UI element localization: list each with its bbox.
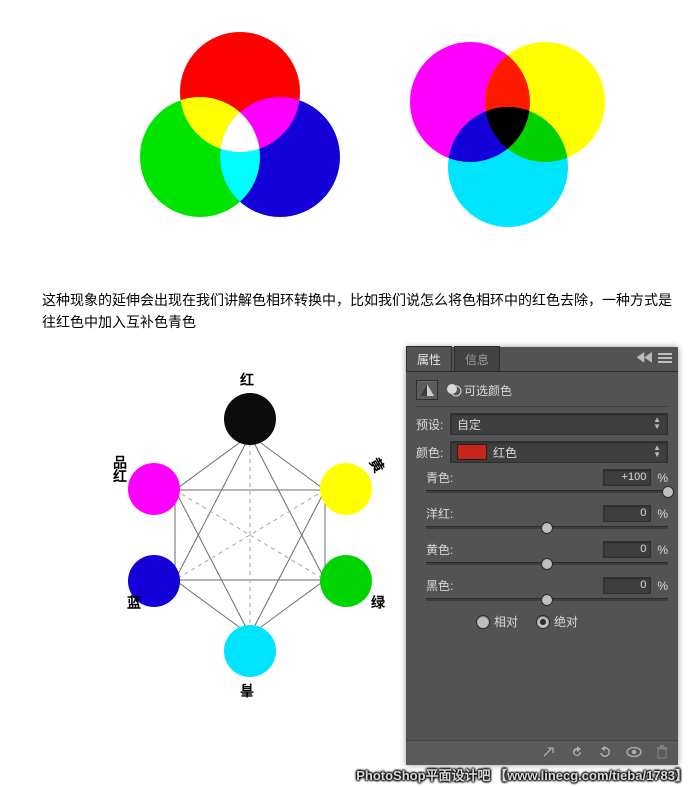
slider-thumb-1[interactable] <box>541 522 553 534</box>
color-dropdown[interactable]: 红色 ▲▼ <box>450 441 668 463</box>
method-radios: 相对 绝对 <box>476 613 668 630</box>
explanation-paragraph: 这种现象的延伸会出现在我们讲解色相环转换中，比如我们说怎么将色相环中的红色去除，… <box>42 289 682 334</box>
slider-track-3[interactable] <box>426 598 668 601</box>
slider-label-0: 青色: <box>426 469 453 486</box>
panel-footer <box>406 740 678 765</box>
slider-label-1: 洋红: <box>426 505 453 522</box>
cmy-subtractive-diagram <box>390 22 630 242</box>
preset-label: 预设: <box>416 416 450 433</box>
preset-dropdown[interactable]: 自定 ▲▼ <box>450 413 668 435</box>
color-label: 颜色: <box>416 444 450 461</box>
delete-icon[interactable] <box>656 745 668 762</box>
tab-properties[interactable]: 属性 <box>406 346 452 371</box>
watermark: PhotoShop平面设计吧 【www.linecg.com/tieba/178… <box>0 765 700 784</box>
slider-label-3: 黑色: <box>426 577 453 594</box>
radio-relative[interactable]: 相对 <box>476 613 518 630</box>
slider-thumb-3[interactable] <box>541 594 553 606</box>
collapse-icon[interactable]: ◀◀ <box>637 350 652 365</box>
visibility-icon[interactable] <box>626 746 642 761</box>
slider-value-1[interactable]: 0 <box>603 505 651 522</box>
selective-color-icon <box>444 381 464 399</box>
color-swatch <box>457 444 487 460</box>
prev-state-icon[interactable] <box>570 745 584 762</box>
wheel-label-green: 绿 <box>368 595 388 609</box>
wheel-label-cyan: 青 <box>240 680 254 700</box>
color-wheel-diagram <box>100 365 400 705</box>
radio-absolute[interactable]: 绝对 <box>536 613 578 630</box>
wheel-label-magenta: 品红 <box>110 455 130 483</box>
slider-track-2[interactable] <box>426 562 668 565</box>
adjustment-icon[interactable] <box>416 380 438 400</box>
slider-value-3[interactable]: 0 <box>603 577 651 594</box>
slider-value-2[interactable]: 0 <box>603 541 651 558</box>
slider-thumb-0[interactable] <box>662 486 674 498</box>
wheel-label-blue: 蓝 <box>124 595 144 609</box>
slider-label-2: 黄色: <box>426 541 453 558</box>
wheel-label-red: 红 <box>240 370 254 390</box>
slider-track-1[interactable] <box>426 526 668 529</box>
selective-color-panel: 属性 信息 ◀◀ 可选颜色 预设: 自定 ▲▼ <box>406 347 678 765</box>
tab-info[interactable]: 信息 <box>454 346 500 371</box>
slider-track-0[interactable] <box>426 490 668 493</box>
slider-value-0[interactable]: +100 <box>603 469 651 486</box>
reset-icon[interactable] <box>598 745 612 762</box>
slider-thumb-2[interactable] <box>541 558 553 570</box>
panel-menu-icon[interactable] <box>658 352 672 367</box>
rgb-additive-diagram <box>120 22 360 242</box>
clip-icon[interactable] <box>542 745 556 762</box>
panel-title: 可选颜色 <box>464 382 512 399</box>
